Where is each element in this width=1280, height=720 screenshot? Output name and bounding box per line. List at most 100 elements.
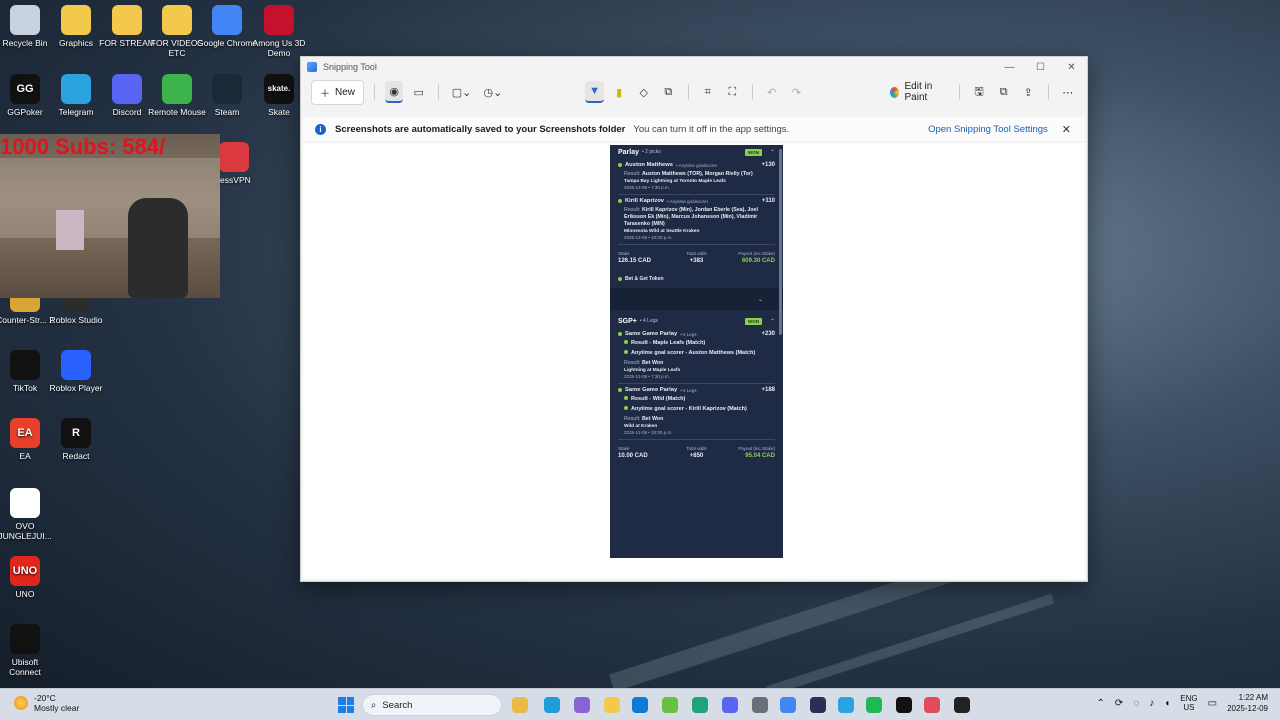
chevron-up-icon: ⌃ <box>769 149 775 156</box>
info-message: You can turn it off in the app settings. <box>633 123 790 135</box>
desktop-icon[interactable]: UNO UNO <box>0 556 55 599</box>
vscode-icon[interactable] <box>810 697 826 713</box>
network-icon[interactable]: ◌ <box>1133 698 1139 709</box>
share-icon[interactable]: ⇪ <box>1019 81 1038 103</box>
desktop-icon[interactable]: R Redact <box>46 418 106 461</box>
volume-icon[interactable]: ◖ <box>1164 698 1170 709</box>
edge-icon[interactable] <box>632 697 648 713</box>
sub-leg-text: Anytime goal scorer - Auston Matthews (M… <box>631 350 756 356</box>
maximize-button[interactable]: ☐ <box>1025 62 1056 73</box>
payout-label: Payout (inc.Stake) <box>738 446 775 451</box>
snip-shape-dropdown-icon[interactable]: ▢⌄ <box>449 81 474 103</box>
clock-time: 1:22 AM <box>1238 693 1268 702</box>
edge-icon[interactable] <box>544 697 560 713</box>
language-indicator[interactable]: ENG US <box>1180 694 1197 712</box>
tiktok-icon <box>10 350 40 380</box>
parlay-picks: • 2 picks <box>642 149 661 155</box>
sgp-legs-count: • 4 Legs <box>639 318 659 324</box>
chrome-icon[interactable] <box>780 697 796 713</box>
webcam-overlay: 1000 Subs: 584/ <box>0 134 220 298</box>
folder-icon[interactable] <box>604 697 620 713</box>
paint-icon <box>890 86 900 98</box>
close-infobar-icon[interactable]: ✕ <box>1062 123 1071 136</box>
payout-value: 95.04 CAD <box>745 453 775 459</box>
display-icon[interactable]: ▭ <box>1208 698 1217 709</box>
taskbar-search[interactable]: ⌕ Search <box>362 694 502 716</box>
chevron-up-icon[interactable]: ⌃ <box>1097 698 1105 709</box>
result-label: Result: <box>624 171 641 177</box>
highlighter-icon[interactable]: ▮ <box>610 81 629 103</box>
icon-glyph: EA <box>17 427 33 439</box>
edit-in-paint-button[interactable]: Edit in Paint <box>890 81 949 103</box>
ea-icon: EA <box>10 418 40 448</box>
obs-icon[interactable] <box>954 697 970 713</box>
desktop-icon[interactable]: Ubisoft Connect <box>0 624 55 677</box>
sgp-legs: Same Game Parlay • 2 Legs +230 Result - Map… <box>610 331 783 440</box>
crop-icon[interactable]: ⌗ <box>698 81 717 103</box>
copilot-icon[interactable] <box>574 697 590 713</box>
parlay-header: Parlay • 2 picks WON ⌃ <box>610 145 783 159</box>
leg-name: Kirill Kaprizov <box>625 198 664 204</box>
desktop-icon[interactable]: Steam <box>197 74 257 117</box>
file-explorer-icon[interactable] <box>512 697 528 713</box>
save-icon[interactable]: 🖫 <box>970 81 989 103</box>
slip-scrollbar <box>779 149 782 335</box>
divider <box>687 84 689 100</box>
leg-odds: +188 <box>761 387 775 393</box>
bet-get-token: Bet & Get Token <box>618 276 775 282</box>
desktop-icon[interactable]: Google Chrome <box>197 5 257 48</box>
desktop-icon-label: OVO JUNGLEJUI... <box>0 521 52 541</box>
sync-icon[interactable]: ⟳ <box>1115 698 1123 709</box>
taskbar: -20°C Mostly clear ⌕ Search ⌃ ⟳ ◌ ♪ ◖ EN… <box>0 688 1280 720</box>
lang-bottom: US <box>1183 703 1195 712</box>
discord-icon[interactable] <box>722 697 738 713</box>
won-dot-icon <box>624 350 628 354</box>
eraser-icon[interactable]: ◇ <box>634 81 653 103</box>
redo-icon[interactable]: ↷ <box>787 81 806 103</box>
stake-value: 126.15 CAD <box>618 258 652 264</box>
new-button[interactable]: ＋ New <box>311 79 365 105</box>
desktop-icon[interactable]: OVO JUNGLEJUI... <box>0 488 55 541</box>
system-tray: ⌃ ⟳ ◌ ♪ ◖ ENG US ▭ 1:22 AM 2025-12-09 <box>1097 692 1269 714</box>
folder-icon <box>112 5 142 35</box>
leg-name: Same Game Parlay <box>625 387 678 393</box>
desktop-icon-label: Roblox Player <box>49 383 103 393</box>
screenshot-canvas[interactable]: Parlay • 2 picks WON ⌃ Auston Matthews • … <box>303 143 1085 579</box>
start-button[interactable] <box>338 697 354 713</box>
undo-icon[interactable]: ↶ <box>762 81 781 103</box>
ballpoint-pen-icon[interactable]: ▼ <box>585 81 604 103</box>
game-icon[interactable] <box>662 697 678 713</box>
weather-widget[interactable]: -20°C Mostly clear <box>14 693 79 713</box>
delay-timer-dropdown-icon[interactable]: ◷⌄ <box>480 81 505 103</box>
copy-icon[interactable]: ⧉ <box>994 81 1013 103</box>
result-value: Bet Won <box>641 416 664 422</box>
webcam-chair <box>128 198 188 298</box>
shapes-icon[interactable]: ⧉ <box>659 81 678 103</box>
leg-result: Result: Kirill Kaprizov (Min), Jordan Eb… <box>624 207 775 228</box>
folder-icon <box>61 5 91 35</box>
notes-icon[interactable] <box>692 697 708 713</box>
text-actions-icon[interactable]: ⛶ <box>723 81 742 103</box>
desktop-icon-label: Steam <box>214 107 240 117</box>
divider <box>751 84 753 100</box>
divider <box>958 84 960 100</box>
screenshot-mode-camera-icon[interactable]: ◉ <box>384 81 404 103</box>
desktop-icon[interactable]: Among Us 3D Demo <box>249 5 309 58</box>
desktop-icon[interactable]: Roblox Player <box>46 350 106 393</box>
tiktok-icon[interactable] <box>896 697 912 713</box>
open-settings-link[interactable]: Open Snipping Tool Settings <box>928 124 1048 135</box>
telegram-icon[interactable] <box>838 697 854 713</box>
bet-leg: Kirill Kaprizov • Anytime goalscorer +110 R… <box>618 198 775 245</box>
snipping-tool-icon[interactable] <box>924 697 940 713</box>
microphone-icon[interactable]: ♪ <box>1149 698 1154 709</box>
video-mode-icon[interactable]: ▭ <box>409 81 428 103</box>
close-window-button[interactable]: ✕ <box>1056 62 1087 73</box>
telegram-icon <box>61 74 91 104</box>
divider <box>438 84 439 100</box>
icon-glyph: skate. <box>267 84 291 93</box>
more-options-icon[interactable]: ⋯ <box>1058 81 1077 103</box>
minimize-button[interactable]: — <box>994 62 1025 73</box>
settings-icon[interactable] <box>752 697 768 713</box>
clock[interactable]: 1:22 AM 2025-12-09 <box>1227 692 1268 714</box>
spotify-icon[interactable] <box>866 697 882 713</box>
